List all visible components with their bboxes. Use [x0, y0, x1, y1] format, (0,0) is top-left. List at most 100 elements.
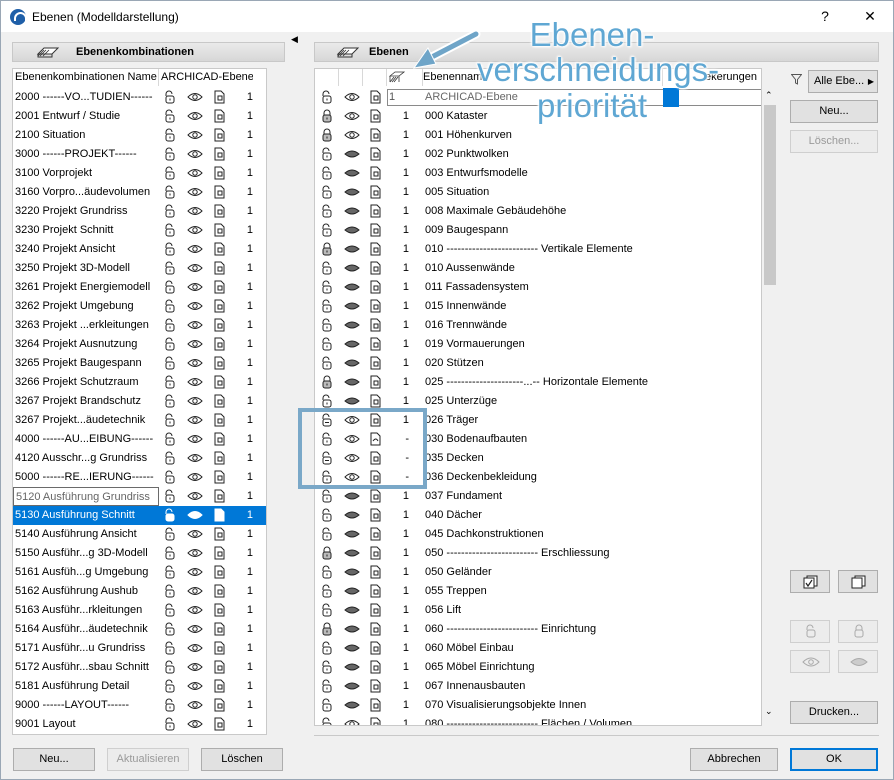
visibility-icon[interactable] [344, 318, 360, 332]
visibility-icon[interactable] [344, 698, 360, 712]
list-item[interactable]: 5171 Ausführ...u Grundriss 1 [13, 639, 266, 658]
visibility-icon[interactable] [344, 508, 360, 522]
unlock-icon[interactable] [163, 166, 177, 180]
solid-model-icon[interactable] [212, 337, 226, 351]
lock-icon[interactable] [320, 622, 334, 636]
layer-row[interactable]: 1 005 Situation [315, 183, 761, 202]
unlock-layers-button[interactable] [790, 620, 830, 643]
wireframe-icon[interactable] [368, 242, 382, 256]
col-archicad-layer[interactable]: ARCHICAD-Ebene [161, 69, 253, 86]
solid-model-icon[interactable] [212, 109, 226, 123]
layer-row[interactable]: 1 060 ------------------------- Einrichtu… [315, 620, 761, 639]
eye-icon[interactable] [187, 147, 203, 161]
layer-row[interactable]: 1 067 Innenausbauten [315, 677, 761, 696]
list-item[interactable]: 5163 Ausführ...rkleitungen 1 [13, 601, 266, 620]
eye-icon[interactable] [187, 109, 203, 123]
eye-icon[interactable] [187, 299, 203, 313]
solid-model-icon[interactable] [212, 204, 226, 218]
lock-icon[interactable] [320, 603, 334, 617]
solid-model-icon[interactable] [212, 641, 226, 655]
eye-icon[interactable] [187, 641, 203, 655]
lock-icon[interactable] [320, 546, 334, 560]
list-item[interactable]: 4120 Ausschr...g Grundriss 1 [13, 449, 266, 468]
solid-model-icon[interactable] [212, 166, 226, 180]
visibility-icon[interactable] [344, 603, 360, 617]
eye-icon[interactable] [187, 698, 203, 712]
layer-row[interactable]: 1 050 Geländer [315, 563, 761, 582]
unlock-icon[interactable] [163, 394, 177, 408]
visibility-icon[interactable] [344, 185, 360, 199]
hide-layers-button[interactable] [838, 650, 878, 673]
lock-icon[interactable] [320, 147, 334, 161]
eye-icon[interactable] [187, 508, 203, 522]
visibility-icon[interactable] [344, 565, 360, 579]
cancel-button[interactable]: Abbrechen [690, 748, 778, 771]
layer-row[interactable]: 1 019 Vormauerungen [315, 335, 761, 354]
ok-button[interactable]: OK [790, 748, 878, 771]
lock-icon[interactable] [320, 698, 334, 712]
solid-model-icon[interactable] [212, 622, 226, 636]
eye-icon[interactable] [187, 489, 203, 503]
close-button[interactable]: ✕ [858, 5, 882, 27]
wireframe-icon[interactable] [368, 527, 382, 541]
unlock-icon[interactable] [163, 622, 177, 636]
intersection-priority[interactable]: 1 [393, 278, 409, 297]
unlock-icon[interactable] [163, 147, 177, 161]
select-all-button[interactable] [790, 570, 830, 593]
list-item[interactable]: 5000 ------RE...IERUNG------ 1 [13, 468, 266, 487]
layer-row[interactable]: 1 050 ------------------------- Erschlies… [315, 544, 761, 563]
solid-model-icon[interactable] [212, 546, 226, 560]
intersection-priority[interactable]: 1 [393, 107, 409, 126]
wireframe-icon[interactable] [368, 147, 382, 161]
solid-model-icon[interactable] [212, 375, 226, 389]
visibility-icon[interactable] [344, 166, 360, 180]
solid-model-icon[interactable] [212, 565, 226, 579]
list-item[interactable]: 4000 ------AU...EIBUNG------ 1 [13, 430, 266, 449]
lock-icon[interactable] [320, 90, 334, 104]
col-visibility[interactable] [339, 69, 363, 86]
lock-icon[interactable] [320, 337, 334, 351]
lock-icon[interactable] [320, 109, 334, 123]
eye-icon[interactable] [187, 242, 203, 256]
wireframe-icon[interactable] [368, 394, 382, 408]
intersection-priority[interactable]: 1 [393, 164, 409, 183]
lock-icon[interactable] [320, 280, 334, 294]
lock-icon[interactable] [320, 318, 334, 332]
intersection-priority[interactable]: 1 [393, 563, 409, 582]
list-item[interactable]: 3100 Vorprojekt 1 [13, 164, 266, 183]
lock-icon[interactable] [320, 489, 334, 503]
visibility-icon[interactable] [344, 204, 360, 218]
layer-row[interactable]: 1 015 Innenwände [315, 297, 761, 316]
solid-model-icon[interactable] [212, 489, 226, 503]
unlock-icon[interactable] [163, 109, 177, 123]
list-item[interactable]: 3160 Vorpro...äudevolumen 1 [13, 183, 266, 202]
layer-filter-dropdown[interactable]: Alle Ebe... ▶ [808, 70, 878, 93]
list-item[interactable]: 9001 Layout 1 [13, 715, 266, 734]
wireframe-icon[interactable] [368, 204, 382, 218]
wireframe-icon[interactable] [368, 223, 382, 237]
list-item[interactable]: 3000 ------PROJEKT------ 1 [13, 145, 266, 164]
eye-icon[interactable] [187, 128, 203, 142]
intersection-priority[interactable]: 1 [393, 696, 409, 715]
lock-icon[interactable] [320, 299, 334, 313]
layer-row[interactable]: 1 009 Baugespann [315, 221, 761, 240]
layer-row[interactable]: 1 056 Lift [315, 601, 761, 620]
unlock-icon[interactable] [163, 280, 177, 294]
intersection-priority[interactable]: 1 [393, 658, 409, 677]
layer-row[interactable]: 1 020 Stützen [315, 354, 761, 373]
visibility-icon[interactable] [344, 223, 360, 237]
visibility-icon[interactable] [344, 90, 360, 104]
eye-icon[interactable] [187, 413, 203, 427]
intersection-priority[interactable]: 1 [393, 506, 409, 525]
wireframe-icon[interactable] [368, 698, 382, 712]
list-item[interactable]: 3230 Projekt Schnitt 1 [13, 221, 266, 240]
solid-model-icon[interactable] [212, 261, 226, 275]
lock-icon[interactable] [320, 223, 334, 237]
eye-icon[interactable] [187, 375, 203, 389]
unlock-icon[interactable] [163, 603, 177, 617]
unlock-icon[interactable] [163, 185, 177, 199]
layer-row[interactable]: 1 037 Fundament [315, 487, 761, 506]
list-item[interactable]: 5162 Ausführung Aushub 1 [13, 582, 266, 601]
visibility-icon[interactable] [344, 527, 360, 541]
wireframe-icon[interactable] [368, 603, 382, 617]
